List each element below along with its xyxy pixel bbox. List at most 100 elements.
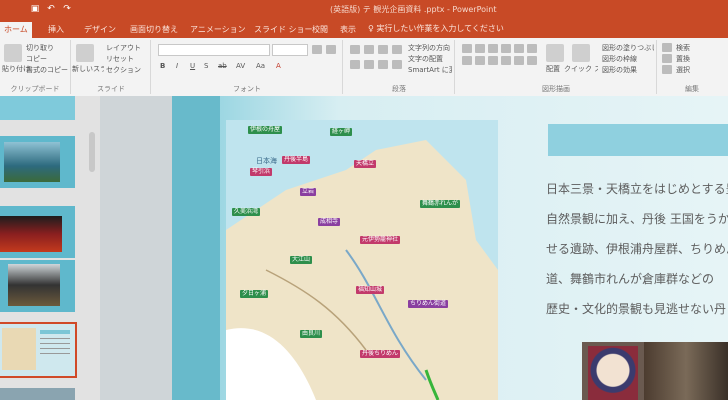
slide-thumbnail-5[interactable] bbox=[0, 322, 77, 378]
slide-thumbnail-4[interactable] bbox=[0, 260, 75, 312]
shape-more-icon[interactable] bbox=[527, 56, 537, 65]
underline-button[interactable]: U bbox=[190, 62, 195, 70]
shape-heart-icon[interactable] bbox=[488, 56, 498, 65]
shape-cloud-icon[interactable] bbox=[501, 56, 511, 65]
reset-button[interactable]: リセット bbox=[106, 54, 134, 64]
shape-star-icon[interactable] bbox=[527, 44, 537, 53]
shrink-font-icon[interactable] bbox=[326, 45, 336, 54]
slide-thumbnail-6[interactable] bbox=[0, 388, 75, 400]
font-size-select[interactable] bbox=[272, 44, 308, 56]
text-direction-button[interactable]: 文字列の方向 bbox=[408, 43, 452, 53]
bold-button[interactable]: B bbox=[160, 62, 165, 70]
tab-home[interactable]: ホーム bbox=[0, 22, 32, 38]
shape-effects-button[interactable]: 図形の効果 bbox=[602, 65, 654, 75]
find-button[interactable]: 検索 bbox=[676, 43, 690, 53]
section-button[interactable]: セクション bbox=[106, 65, 141, 75]
shrine-photo bbox=[0, 216, 62, 252]
shape-brace-icon[interactable] bbox=[475, 56, 485, 65]
slide-thumbnail-3[interactable] bbox=[0, 206, 75, 258]
sea-label: 日本海 bbox=[256, 157, 277, 165]
font-name-select[interactable] bbox=[158, 44, 270, 56]
align-center-icon[interactable] bbox=[364, 60, 374, 69]
find-icon bbox=[662, 43, 672, 52]
tab-transitions[interactable]: 画面切り替え bbox=[130, 23, 178, 37]
strikethrough-button[interactable]: ab bbox=[218, 62, 227, 70]
island-photo bbox=[4, 142, 60, 182]
title-mini bbox=[40, 330, 70, 334]
justify-icon[interactable] bbox=[392, 60, 402, 69]
map-label: 琴引浜 bbox=[250, 168, 273, 176]
ribbon-tabs: ホーム 挿入 デザイン 画面切り替え アニメーション スライド ショー 校閲 表… bbox=[0, 20, 728, 38]
select-button[interactable]: 選択 bbox=[676, 65, 690, 75]
tab-insert[interactable]: 挿入 bbox=[48, 23, 64, 37]
tell-me-search[interactable]: ♀ 実行したい作業を入力してください bbox=[368, 23, 504, 34]
align-right-icon[interactable] bbox=[378, 60, 388, 69]
body-line-1[interactable]: 日本三景・天橋立をはじめとする豊 bbox=[546, 180, 728, 197]
drawing-group: 配置 クイック スタイル 図形の塗りつぶし 図形の枠線 図形の効果 図形描画 bbox=[456, 40, 657, 94]
arrange-button[interactable]: 配置 bbox=[546, 64, 560, 74]
italic-button[interactable]: I bbox=[176, 62, 178, 70]
redo-icon[interactable]: ↷ bbox=[62, 4, 72, 14]
new-slide-button[interactable]: 新しいスライド bbox=[72, 64, 104, 74]
select-icon bbox=[662, 65, 672, 74]
tab-animations[interactable]: アニメーション bbox=[190, 23, 246, 37]
shape-rect-icon[interactable] bbox=[462, 44, 472, 53]
body-line-2[interactable]: 自然景観に加え、丹後 王国をうかが bbox=[546, 210, 728, 227]
grow-font-icon[interactable] bbox=[312, 45, 322, 54]
interior-image bbox=[644, 342, 728, 400]
slide-thumbnail-2[interactable] bbox=[0, 136, 75, 188]
body-line-4[interactable]: 道、舞鶴市れんが倉庫群などの bbox=[546, 270, 728, 287]
thumbnails-scrollbar[interactable] bbox=[89, 132, 95, 172]
change-case-button[interactable]: Aa bbox=[256, 62, 265, 70]
shape-line-icon[interactable] bbox=[488, 44, 498, 53]
body-line-3[interactable]: せる遺跡、伊根浦舟屋群、ちりめん bbox=[546, 240, 728, 257]
undo-icon[interactable]: ↶ bbox=[46, 4, 56, 14]
tab-slideshow[interactable]: スライド ショー bbox=[254, 23, 313, 37]
quick-styles-button[interactable]: クイック スタイル bbox=[564, 64, 598, 74]
map-label: 夕日ヶ浦 bbox=[240, 290, 269, 298]
map-label: 経ヶ岬 bbox=[330, 128, 353, 136]
slide-photo[interactable] bbox=[582, 342, 728, 400]
increase-indent-icon[interactable] bbox=[392, 45, 402, 54]
shadow-button[interactable]: S bbox=[204, 62, 208, 70]
format-painter-button[interactable]: 書式のコピー/貼り付け bbox=[26, 65, 68, 75]
cut-button[interactable]: 切り取り bbox=[26, 43, 54, 53]
clipboard-group-label: クリップボード bbox=[10, 85, 60, 93]
smartart-button[interactable]: SmartArt に変換 bbox=[408, 65, 452, 75]
font-group-label: フォント bbox=[233, 85, 261, 93]
copy-button[interactable]: コピー bbox=[26, 54, 47, 64]
editing-group: 検索 置換 選択 編集 bbox=[658, 40, 726, 94]
shape-fill-button[interactable]: 図形の塗りつぶし bbox=[602, 43, 654, 53]
quick-styles-icon[interactable] bbox=[572, 44, 590, 62]
shape-triangle-icon[interactable] bbox=[514, 44, 524, 53]
font-color-button[interactable]: A bbox=[276, 62, 281, 70]
replace-button[interactable]: 置換 bbox=[676, 54, 690, 64]
replace-icon bbox=[662, 54, 672, 63]
numbering-icon[interactable] bbox=[364, 45, 374, 54]
bullets-icon[interactable] bbox=[350, 45, 360, 54]
paste-icon[interactable] bbox=[4, 44, 22, 62]
tab-review[interactable]: 校閲 bbox=[312, 23, 328, 37]
shape-callout-icon[interactable] bbox=[462, 56, 472, 65]
map-label: 丹後半島 bbox=[282, 156, 311, 164]
align-left-icon[interactable] bbox=[350, 60, 360, 69]
slide-title-box[interactable] bbox=[548, 124, 728, 156]
shape-oval-icon[interactable] bbox=[475, 44, 485, 53]
map-label: ちりめん街道 bbox=[408, 300, 449, 308]
shape-outline-button[interactable]: 図形の枠線 bbox=[602, 54, 654, 64]
tab-view[interactable]: 表示 bbox=[340, 23, 356, 37]
slide-thumbnail-1[interactable] bbox=[0, 96, 75, 120]
tab-design[interactable]: デザイン bbox=[84, 23, 116, 37]
shape-flowchart-icon[interactable] bbox=[514, 56, 524, 65]
ribbon: 貼り付け 切り取り コピー 書式のコピー/貼り付け クリップボード 新しいスライ… bbox=[0, 38, 728, 97]
save-icon[interactable]: ▣ bbox=[30, 4, 40, 14]
arrange-icon[interactable] bbox=[546, 44, 564, 62]
new-slide-icon[interactable] bbox=[76, 44, 94, 62]
shape-arrow-icon[interactable] bbox=[501, 44, 511, 53]
align-text-button[interactable]: 文字の配置 bbox=[408, 54, 452, 64]
char-spacing-button[interactable]: AV bbox=[236, 62, 245, 70]
layout-button[interactable]: レイアウト bbox=[106, 43, 141, 53]
decrease-indent-icon[interactable] bbox=[378, 45, 388, 54]
body-line-5[interactable]: 歴史・文化的景観も見逃せない丹 bbox=[546, 300, 728, 317]
slide-left-band bbox=[172, 96, 220, 400]
